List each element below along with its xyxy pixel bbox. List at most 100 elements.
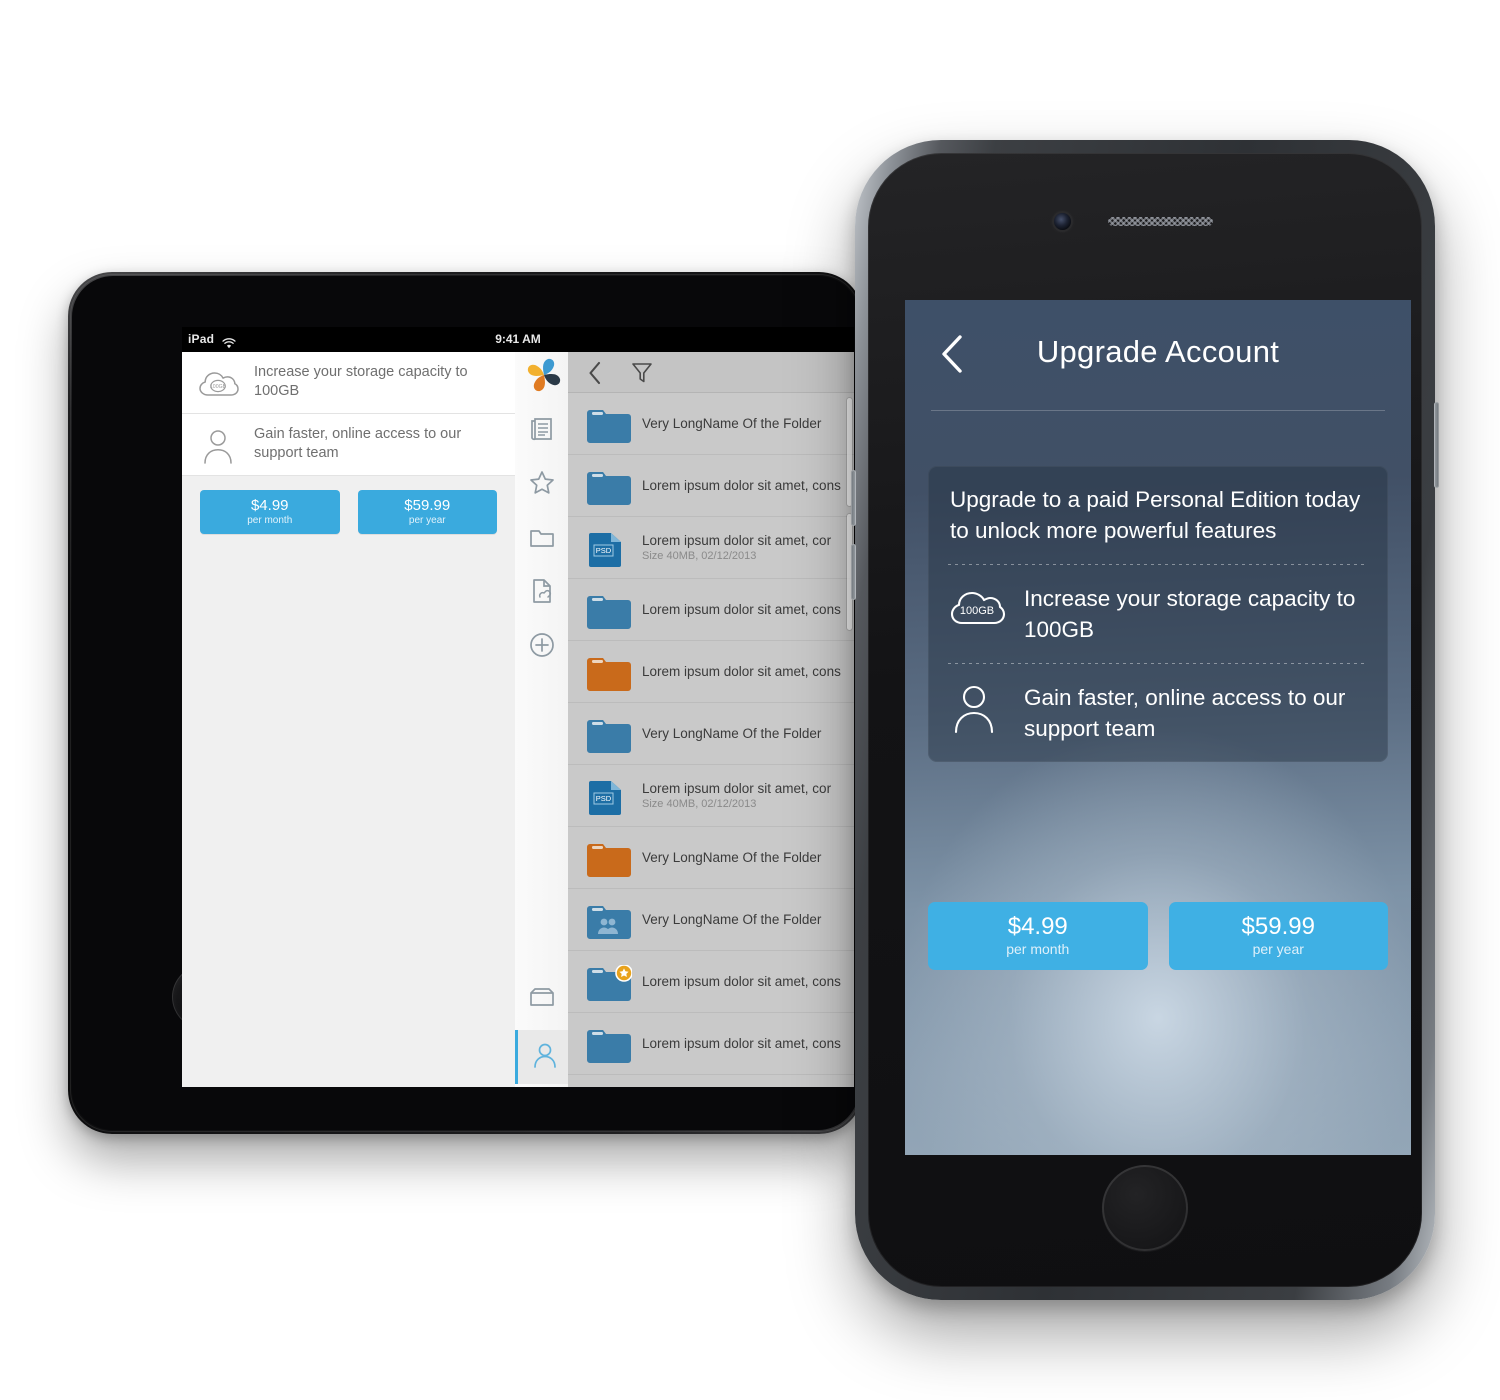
front-camera-icon bbox=[1054, 213, 1071, 230]
table-row[interactable]: Lorem ipsum dolor sit amet, cons bbox=[568, 579, 854, 641]
file-name: Lorem ipsum dolor sit amet, cor bbox=[642, 780, 832, 796]
funnel-filter-icon[interactable] bbox=[630, 360, 654, 384]
iphone-home-button[interactable] bbox=[1102, 1165, 1188, 1251]
document-link-icon bbox=[527, 576, 557, 611]
iphone-screen: Upgrade Account Upgrade to a paid Person… bbox=[905, 300, 1411, 1155]
svg-text:100GB: 100GB bbox=[210, 384, 227, 390]
ipad-file-pane: Very LongName Of the Folder Lorem ipsum d… bbox=[568, 352, 854, 1087]
file-name: Lorem ipsum dolor sit amet, cor bbox=[642, 532, 832, 548]
feature-row-storage: 100GB Increase your storage capacity to … bbox=[928, 565, 1388, 663]
table-row[interactable]: Lorem ipsum dolor sit amet, cons bbox=[568, 641, 854, 703]
table-row[interactable]: Lorem ipsum dolor sit amet, cons bbox=[568, 951, 854, 1013]
cloud-100gb-icon: 100GB bbox=[946, 581, 1014, 639]
file-name: Lorem ipsum dolor sit amet, cons bbox=[642, 974, 841, 989]
file-name: Very LongName Of the Folder bbox=[642, 726, 822, 741]
file-name: Lorem ipsum dolor sit amet, cons bbox=[642, 1036, 841, 1051]
rail-item-star[interactable] bbox=[515, 458, 568, 512]
rail-item-news-document[interactable] bbox=[515, 404, 568, 458]
price-button-monthly[interactable]: $4.99 per month bbox=[928, 902, 1148, 970]
table-row[interactable]: PSD Lorem ipsum dolor sit amet, cor Size 4… bbox=[568, 765, 854, 827]
plus-circle-icon bbox=[527, 630, 557, 665]
svg-text:PSD: PSD bbox=[596, 546, 612, 555]
rail-item-folder[interactable] bbox=[515, 512, 568, 566]
app-logo-pinwheel-icon bbox=[524, 355, 564, 395]
file-psd-icon: PSD bbox=[586, 779, 632, 815]
iphone-navbar: Upgrade Account bbox=[905, 300, 1411, 412]
promo-text: Upgrade to a paid Personal Edition today… bbox=[950, 487, 1361, 543]
ipad-price-row: $4.99 per month $59.99 per year bbox=[182, 476, 515, 534]
iphone-price-row: $4.99 per month $59.99 per year bbox=[928, 902, 1388, 970]
price-period: per month bbox=[247, 514, 293, 526]
rail-item-inbox-tray[interactable] bbox=[515, 972, 568, 1026]
price-period: per month bbox=[1006, 941, 1070, 957]
feature-text: Increase your storage capacity to 100GB bbox=[254, 364, 468, 399]
page-title: Upgrade Account bbox=[1036, 334, 1280, 369]
folder-blue-icon bbox=[586, 593, 632, 629]
price-button-yearly[interactable]: $59.99 per year bbox=[357, 490, 497, 534]
price-period: per year bbox=[1252, 941, 1304, 957]
rail-item-document-link[interactable] bbox=[515, 566, 568, 620]
ipad-device: iPad 9:41 AM Upgrade Account Upgrade to … bbox=[68, 272, 863, 1134]
file-name: Lorem ipsum dolor sit amet, cons bbox=[642, 478, 841, 493]
feature-row-storage: 100GB Increase your storage capacity to 1… bbox=[182, 352, 515, 414]
file-list[interactable]: Very LongName Of the Folder Lorem ipsum d… bbox=[568, 393, 854, 1087]
svg-text:PSD: PSD bbox=[596, 794, 612, 803]
rail-item-plus-circle[interactable] bbox=[515, 620, 568, 674]
iphone-front-glass: Upgrade Account Upgrade to a paid Person… bbox=[868, 153, 1422, 1287]
price-button-monthly[interactable]: $4.99 per month bbox=[200, 490, 340, 534]
earpiece-speaker-icon bbox=[1108, 217, 1213, 226]
navbar-divider bbox=[931, 410, 1385, 411]
file-name: Very LongName Of the Folder bbox=[642, 912, 822, 927]
folder-starred-icon bbox=[586, 964, 633, 1001]
table-row[interactable]: Very LongName Of the Folder bbox=[568, 393, 854, 455]
price-period: per year bbox=[408, 514, 446, 526]
price-amount: $4.99 bbox=[1007, 913, 1068, 940]
feature-text: Gain faster, online access to our suppor… bbox=[254, 426, 462, 461]
file-name: Lorem ipsum dolor sit amet, cons bbox=[642, 664, 841, 679]
price-button-yearly[interactable]: $59.99 per year bbox=[1168, 902, 1388, 970]
feature-text: Gain faster, online access to our suppor… bbox=[1024, 685, 1346, 741]
promo-block: Upgrade to a paid Personal Edition today… bbox=[928, 466, 1388, 564]
ipad-icon-rail bbox=[515, 352, 571, 1087]
file-name: Lorem ipsum dolor sit amet, cons bbox=[642, 602, 841, 617]
ipad-upgrade-pane: Upgrade Account Upgrade to a paid Person… bbox=[182, 352, 515, 1087]
folder-blue-icon bbox=[586, 407, 632, 443]
inbox-tray-icon bbox=[527, 982, 557, 1017]
feature-row-support: Gain faster, online access to our suppor… bbox=[928, 664, 1388, 762]
person-icon bbox=[530, 1040, 560, 1075]
cloud-100gb-icon: 100GB bbox=[196, 364, 244, 404]
file-psd-icon: PSD bbox=[586, 531, 632, 567]
price-amount: $59.99 bbox=[404, 496, 451, 514]
news-document-icon bbox=[527, 414, 557, 449]
folder-blue-icon bbox=[586, 469, 632, 505]
rail-item-person[interactable] bbox=[515, 1030, 571, 1084]
table-row[interactable]: Very LongName Of the Folder bbox=[568, 827, 854, 889]
person-support-icon bbox=[196, 426, 244, 466]
price-amount: $59.99 bbox=[1241, 913, 1315, 940]
file-back-chevron-icon[interactable] bbox=[584, 360, 608, 385]
folder-blue-icon bbox=[586, 717, 632, 753]
cloud-badge-label: 100GB bbox=[960, 605, 994, 617]
scene: iPad 9:41 AM Upgrade Account Upgrade to … bbox=[0, 0, 1500, 1400]
volume-down-button[interactable] bbox=[851, 544, 856, 600]
table-row[interactable]: Very LongName Of the Folder bbox=[568, 703, 854, 765]
iphone-device: Upgrade Account Upgrade to a paid Person… bbox=[851, 140, 1439, 1300]
price-amount: $4.99 bbox=[250, 496, 289, 514]
feature-text: Increase your storage capacity to 100GB bbox=[1024, 586, 1356, 642]
folder-shared-icon bbox=[586, 903, 632, 939]
file-name: Very LongName Of the Folder bbox=[642, 416, 822, 431]
table-row[interactable]: Lorem ipsum dolor sit amet, cons bbox=[568, 1013, 854, 1075]
iphone-upgrade-card: Upgrade to a paid Personal Edition today… bbox=[928, 466, 1388, 762]
volume-up-button[interactable] bbox=[851, 470, 856, 526]
power-button[interactable] bbox=[1434, 402, 1439, 488]
file-meta: Size 40MB, 02/12/2013 bbox=[642, 549, 757, 562]
star-icon bbox=[527, 468, 557, 503]
file-toolbar bbox=[568, 352, 854, 393]
status-time: 9:41 AM bbox=[495, 332, 541, 346]
folder-orange-icon bbox=[586, 841, 632, 877]
table-row[interactable]: PSD Lorem ipsum dolor sit amet, cor Size 4… bbox=[568, 517, 854, 579]
table-row[interactable]: Very LongName Of the Folder bbox=[568, 889, 854, 951]
folder-blue-icon bbox=[586, 1027, 632, 1063]
table-row[interactable]: Lorem ipsum dolor sit amet, cons bbox=[568, 455, 854, 517]
ipad-status-bar: iPad 9:41 AM bbox=[182, 327, 854, 352]
